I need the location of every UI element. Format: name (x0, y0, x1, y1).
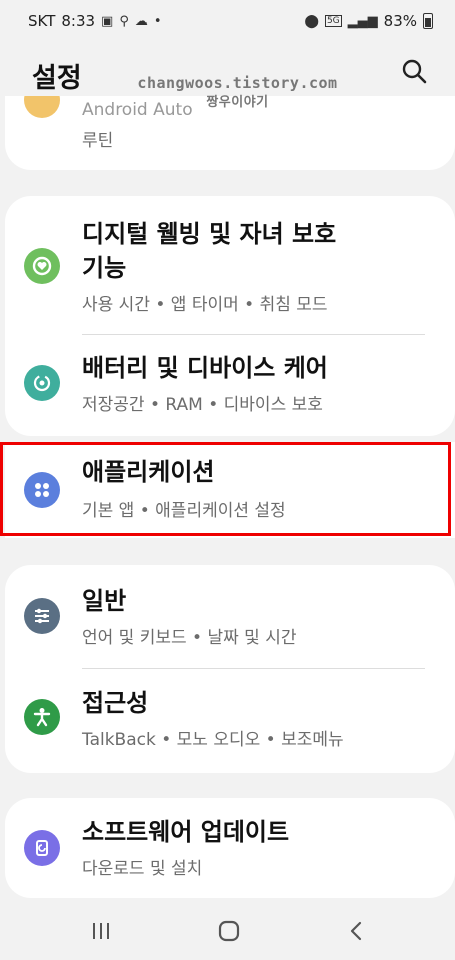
back-button[interactable] (342, 918, 372, 944)
navigation-bar (0, 900, 455, 960)
home-icon (218, 920, 240, 942)
item-subtitle: 사용 시간 • 앱 타이머 • 취침 모드 (82, 295, 328, 315)
device-care-icon (24, 365, 60, 401)
item-title-line2: 기능 (82, 254, 127, 282)
apps-icon (24, 472, 60, 508)
dot-notification-icon: • (153, 13, 162, 29)
item-title: 애플리케이션 (82, 458, 215, 486)
settings-item-digital-wellbeing[interactable]: 디지털 웰빙 및 자녀 보호 기능 사용 시간 • 앱 타이머 • 취침 모드 (5, 196, 455, 332)
watermark-url: changwoos.tistory.com (137, 74, 338, 92)
status-right: ⬤ 5G ▂▄▆ 83% (304, 12, 433, 30)
gallery-notification-icon: ▣ (101, 13, 114, 29)
battery-icon (423, 13, 433, 29)
partial-item-sub[interactable]: 루틴 (82, 126, 113, 151)
item-subtitle: 언어 및 키보드 • 날짜 및 시간 (82, 628, 297, 648)
item-title: 소프트웨어 업데이트 (82, 818, 290, 846)
status-bar: SKT 8:33 ▣ ⚲ ☁ • ⬤ 5G ▂▄▆ 83% (0, 0, 455, 42)
recents-button[interactable] (86, 918, 116, 944)
settings-item-applications[interactable]: 애플리케이션 기본 앱 • 애플리케이션 설정 (5, 442, 455, 538)
item-subtitle: 저장공간 • RAM • 디바이스 보호 (82, 395, 323, 415)
item-subtitle: 다운로드 및 설치 (82, 859, 203, 879)
digital-wellbeing-icon (24, 248, 60, 284)
settings-card-wellbeing-battery: 디지털 웰빙 및 자녀 보호 기능 사용 시간 • 앱 타이머 • 취침 모드 … (5, 196, 455, 436)
settings-item-battery-device-care[interactable]: 배터리 및 디바이스 케어 저장공간 • RAM • 디바이스 보호 (5, 336, 455, 436)
carrier-label: SKT (28, 12, 56, 30)
item-subtitle: 기본 앱 • 애플리케이션 설정 (82, 501, 286, 521)
item-title: 배터리 및 디바이스 케어 (82, 354, 328, 382)
tool-notification-icon: ⚲ (119, 13, 129, 29)
settings-card-apps: 애플리케이션 기본 앱 • 애플리케이션 설정 (5, 442, 455, 538)
back-icon (350, 921, 362, 941)
cloud-notification-icon: ☁ (134, 13, 148, 29)
recents-icon (93, 923, 109, 939)
network-badge: 5G (324, 15, 342, 27)
battery-percent: 83% (383, 12, 417, 30)
item-subtitle: TalkBack • 모노 오디오 • 보조메뉴 (82, 730, 344, 750)
settings-item-software-update[interactable]: 소프트웨어 업데이트 다운로드 및 설치 (5, 798, 455, 898)
item-title: 디지털 웰빙 및 자녀 보호 (82, 220, 337, 248)
home-button[interactable] (214, 918, 244, 944)
status-left: SKT 8:33 ▣ ⚲ ☁ • (28, 12, 162, 30)
settings-item-general[interactable]: 일반 언어 및 키보드 • 날짜 및 시간 (5, 565, 455, 667)
general-icon (24, 598, 60, 634)
settings-item-accessibility[interactable]: 접근성 TalkBack • 모노 오디오 • 보조메뉴 (5, 669, 455, 773)
watermark-blog: 짱우이야기 (206, 95, 269, 110)
item-title: 접근성 (82, 689, 149, 717)
clock: 8:33 (61, 12, 96, 30)
signal-icon: ▂▄▆ (347, 13, 378, 29)
software-update-icon (24, 830, 60, 866)
item-title: 일반 (82, 587, 127, 615)
accessibility-icon (24, 699, 60, 735)
location-icon: ⬤ (304, 13, 319, 29)
settings-card-software-update: 소프트웨어 업데이트 다운로드 및 설치 (5, 798, 455, 898)
divider (82, 334, 425, 335)
settings-card-general-accessibility: 일반 언어 및 키보드 • 날짜 및 시간 접근성 TalkBack • 모노 … (5, 565, 455, 773)
